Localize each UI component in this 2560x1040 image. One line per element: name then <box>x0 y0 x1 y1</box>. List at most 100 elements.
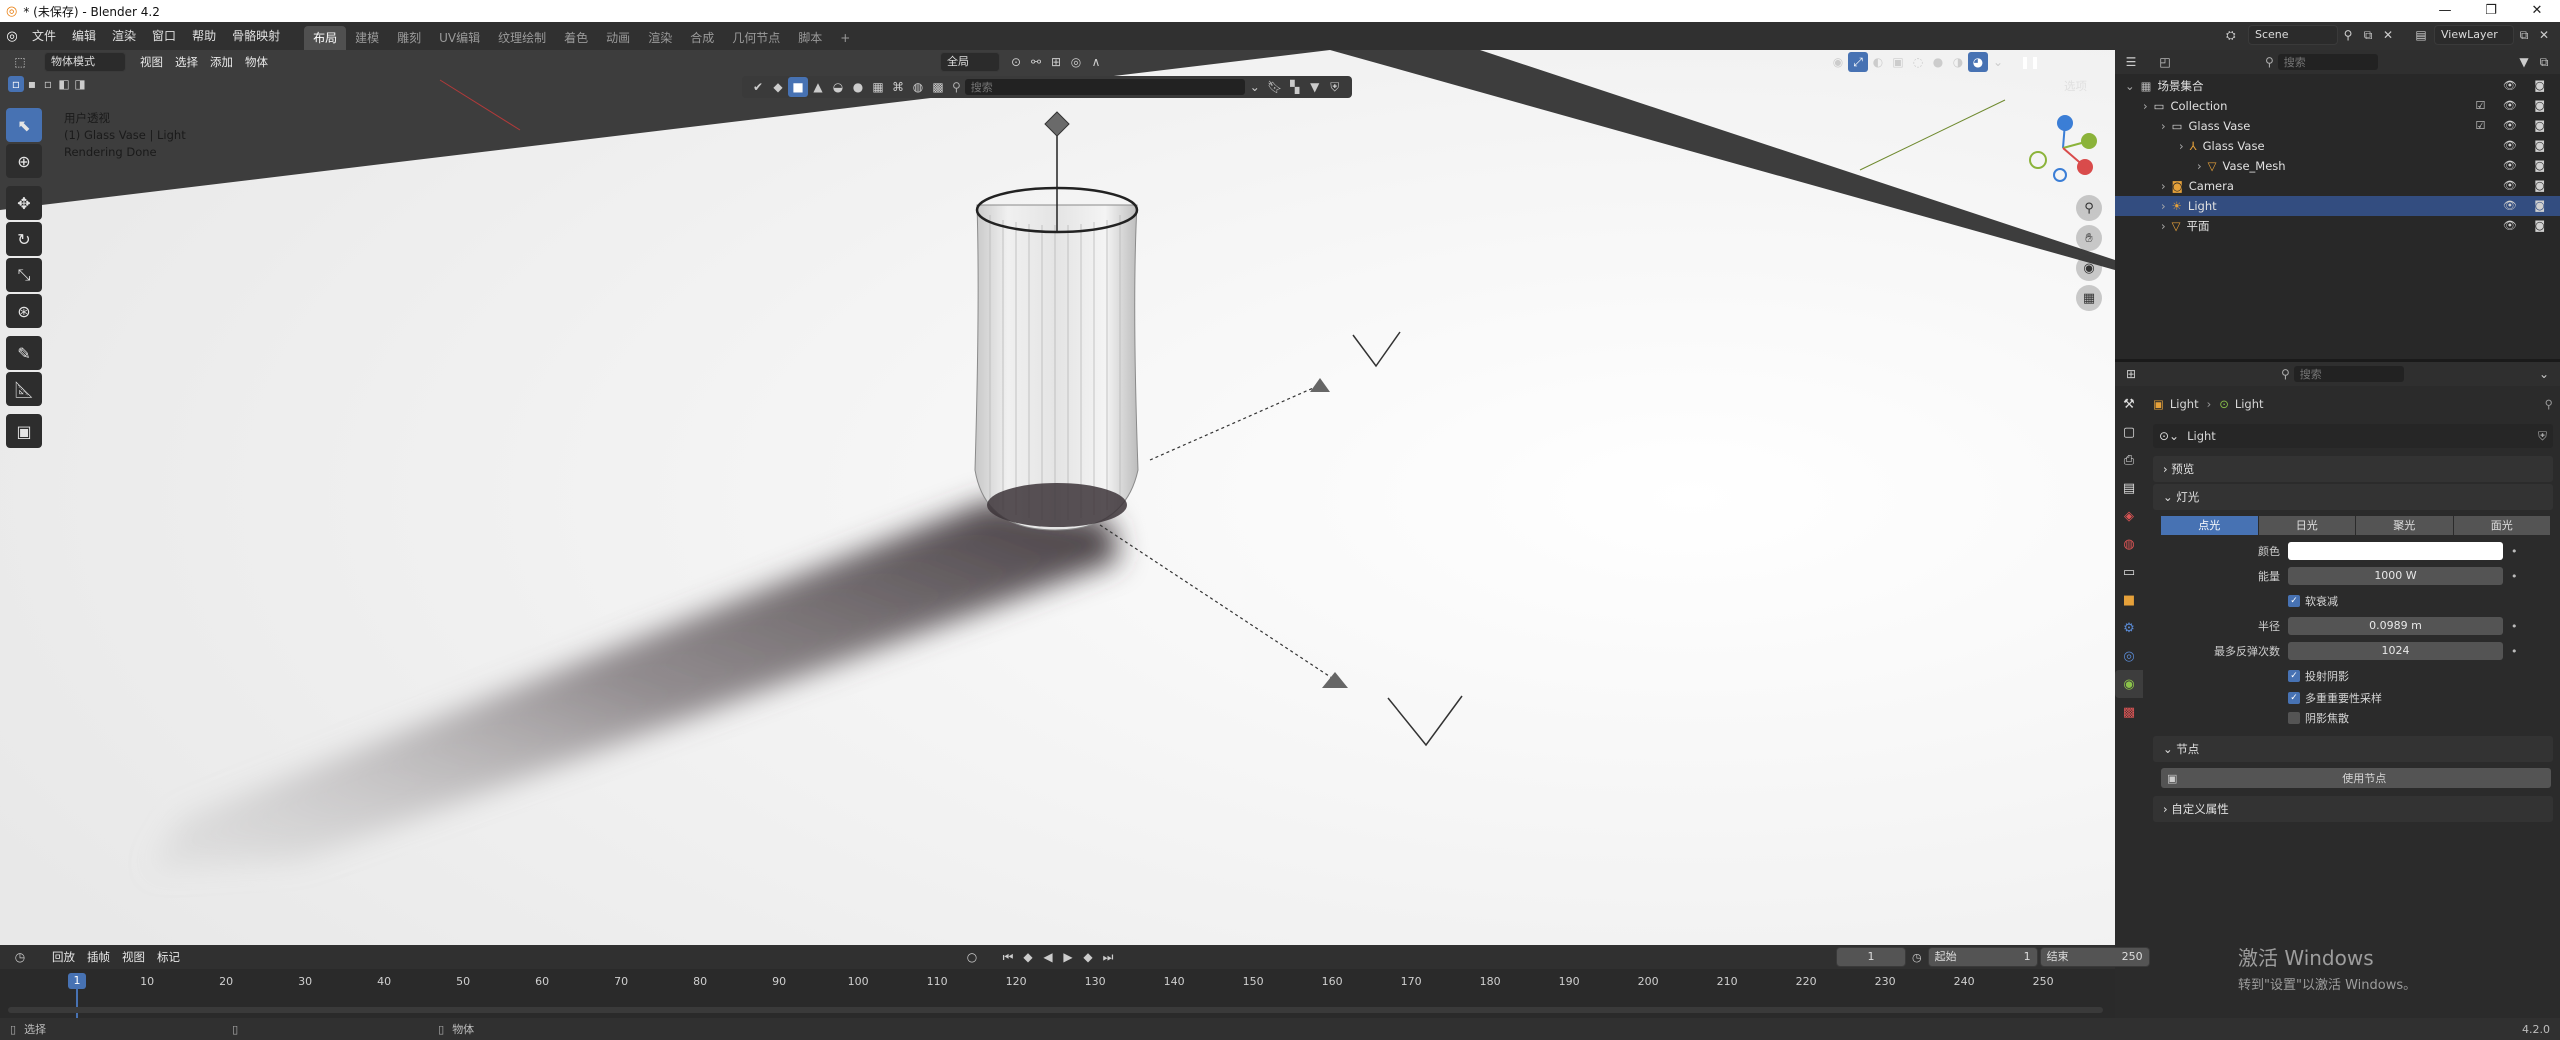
power-field[interactable]: 1000 W <box>2288 567 2503 585</box>
transform-tool-icon[interactable]: ⊛ <box>6 294 42 328</box>
scene-selector[interactable]: Scene <box>2248 25 2338 45</box>
mesh-filter-icon[interactable]: ▲ <box>808 77 828 97</box>
camera-view-icon[interactable]: ◉ <box>2076 255 2102 281</box>
maximize-icon[interactable]: ❐ <box>2468 0 2514 22</box>
3d-viewport[interactable] <box>0 50 2115 945</box>
visibility-toggles[interactable]: 👁︎ ◙ <box>2503 136 2552 156</box>
next-keyframe-icon[interactable]: ◆ <box>1078 947 1098 967</box>
prev-keyframe-icon[interactable]: ◆ <box>1018 947 1038 967</box>
outliner-row[interactable]: › ▭ Collection ☑ 👁︎ ◙ <box>2115 96 2560 116</box>
light-type-0[interactable]: 点光 <box>2161 516 2258 535</box>
add-cube-tool-icon[interactable]: ▣ <box>6 414 42 448</box>
view-layer-tab-icon[interactable]: ▤ <box>2115 474 2143 502</box>
object-filter-icon[interactable]: ■ <box>788 77 808 97</box>
workspace-tab-1[interactable]: 建模 <box>346 26 388 50</box>
outliner-row[interactable]: › ⅄ Glass Vase 👁︎ ◙ <box>2115 136 2560 156</box>
visibility-toggles[interactable]: 👁︎ ◙ <box>2503 156 2552 176</box>
world-filter-icon[interactable]: ◍ <box>908 77 928 97</box>
modifier-tab-icon[interactable]: ⚙ <box>2115 614 2143 642</box>
visibility-toggles[interactable]: 👁︎ ◙ <box>2503 176 2552 196</box>
outliner-row[interactable]: › ☀ Light 👁︎ ◙ <box>2115 196 2560 216</box>
funnel-icon[interactable]: ▼ <box>1305 77 1325 97</box>
expand-arrow-icon[interactable]: › <box>2161 219 2166 233</box>
visibility-toggles[interactable]: ☑ 👁︎ ◙ <box>2476 96 2553 116</box>
physics-tab-icon[interactable]: ◎ <box>2115 642 2143 670</box>
menu-item-5[interactable]: 骨骼映射 <box>224 24 288 48</box>
shadow-caustics-checkbox[interactable] <box>2288 712 2300 724</box>
select-subtract-icon[interactable]: ▫ <box>40 76 56 92</box>
shield-icon[interactable]: ⛨ <box>1325 77 1345 97</box>
jump-start-icon[interactable]: ⏮ <box>998 947 1018 967</box>
pin-icon[interactable]: ⚲ <box>2545 397 2553 411</box>
pause-render-icon[interactable]: ❚❚ <box>2020 52 2040 72</box>
visibility-toggles[interactable]: 👁︎ ◙ <box>2503 216 2552 236</box>
tool-tab-icon[interactable]: ⚒ <box>2115 390 2143 418</box>
proportional-icon[interactable]: ◎ <box>1066 52 1086 72</box>
new-scene-icon[interactable]: ⧉ <box>2358 25 2378 45</box>
jump-end-icon[interactable]: ⏭ <box>1098 947 1118 967</box>
texture-tab-icon[interactable]: ▩ <box>2115 698 2143 726</box>
properties-editor-icon[interactable]: ⊞ <box>2121 364 2141 384</box>
menu-item-3[interactable]: 窗口 <box>144 24 184 48</box>
curve-filter-icon[interactable]: ◒ <box>828 77 848 97</box>
timeline-menu-1[interactable]: 插帧 <box>81 946 116 968</box>
image-filter-icon[interactable]: ▦ <box>868 77 888 97</box>
shading-options-icon[interactable]: ⌄ <box>1988 52 2008 72</box>
select-extend-icon[interactable]: ▪ <box>24 76 40 92</box>
visibility-toggles[interactable]: 👁︎ ◙ <box>2503 76 2552 96</box>
expand-arrow-icon[interactable]: › <box>2179 139 2184 153</box>
light-data-tab-icon[interactable]: ◉ <box>2115 670 2143 698</box>
timeline-menu-3[interactable]: 标记 <box>151 946 186 968</box>
auto-keying-icon[interactable]: ○ <box>962 947 982 967</box>
visibility-toggles[interactable]: ☑ 👁︎ ◙ <box>2476 116 2553 136</box>
current-frame-field[interactable]: 1 <box>1836 947 1906 967</box>
object-tab-icon[interactable]: ■ <box>2115 586 2143 614</box>
expand-arrow-icon[interactable]: ⌄ <box>2125 79 2135 93</box>
rotate-tool-icon[interactable]: ↻ <box>6 222 42 256</box>
material-shading-icon[interactable]: ◑ <box>1948 52 1968 72</box>
workspace-tab-6[interactable]: 动画 <box>597 26 639 50</box>
menu-item-1[interactable]: 编辑 <box>64 24 104 48</box>
texture-filter-icon[interactable]: ▩ <box>928 77 948 97</box>
workspace-tab-3[interactable]: UV编辑 <box>430 26 489 50</box>
workspace-tab-5[interactable]: 着色 <box>555 26 597 50</box>
expand-arrow-icon[interactable]: › <box>2161 179 2166 193</box>
keyframe-dot-icon[interactable]: • <box>2511 645 2518 658</box>
outliner-row[interactable]: ⌄ ▦ 场景集合 👁︎ ◙ <box>2115 76 2560 96</box>
visibility-toggles[interactable]: 👁︎ ◙ <box>2503 196 2552 216</box>
pan-hand-icon[interactable]: ✋︎ <box>2076 225 2102 251</box>
delete-scene-icon[interactable]: ✕ <box>2378 25 2398 45</box>
mode-selector[interactable]: 物体模式 <box>44 52 126 72</box>
use-nodes-button[interactable]: ▣ 使用节点 <box>2161 768 2551 788</box>
pin-icon[interactable]: ⚲ <box>2338 25 2358 45</box>
filter-icon[interactable]: ▼ <box>2514 52 2534 72</box>
scene-icon[interactable]: ⛭ <box>2226 28 2248 43</box>
material-filter-icon[interactable]: ● <box>848 77 868 97</box>
output-tab-icon[interactable]: ⎙ <box>2115 446 2143 474</box>
snap-target-icon[interactable]: ⊞ <box>1046 52 1066 72</box>
menu-item-2[interactable]: 渲染 <box>104 24 144 48</box>
zoom-icon[interactable]: ⚲ <box>2076 195 2102 221</box>
select-invert-icon[interactable]: ◧ <box>56 76 72 92</box>
outliner-row[interactable]: › ◙ Camera 👁︎ ◙ <box>2115 176 2560 196</box>
viewport-menu-2[interactable]: 添加 <box>204 51 239 73</box>
light-type-3[interactable]: 面光 <box>2453 516 2550 535</box>
editor-type-icon[interactable]: ⬚ <box>10 52 30 72</box>
color-swatch[interactable] <box>2288 542 2503 560</box>
asset-search-input[interactable] <box>964 79 1245 95</box>
light-type-1[interactable]: 日光 <box>2258 516 2355 535</box>
expand-arrow-icon[interactable]: › <box>2161 119 2166 133</box>
menu-item-4[interactable]: 帮助 <box>184 24 224 48</box>
workspace-tab-7[interactable]: 渲染 <box>639 26 681 50</box>
panel-custom-properties[interactable]: › 自定义属性 <box>2153 796 2553 822</box>
light-type-2[interactable]: 聚光 <box>2356 516 2453 535</box>
outliner-search-input[interactable] <box>2277 54 2378 70</box>
expand-arrow-icon[interactable]: › <box>2143 99 2148 113</box>
datablock-selector[interactable]: ⊙⌄ Light ⛨ <box>2153 424 2553 448</box>
scale-tool-icon[interactable]: ⤡ <box>6 258 42 292</box>
panel-preview[interactable]: › 预览 <box>2153 456 2553 482</box>
select-box-tool-icon[interactable]: ⬉ <box>6 108 42 142</box>
node-filter-icon[interactable]: ⌘ <box>888 77 908 97</box>
max-bounces-field[interactable]: 1024 <box>2288 642 2503 660</box>
new-collection-icon[interactable]: ⧉ <box>2534 52 2554 72</box>
